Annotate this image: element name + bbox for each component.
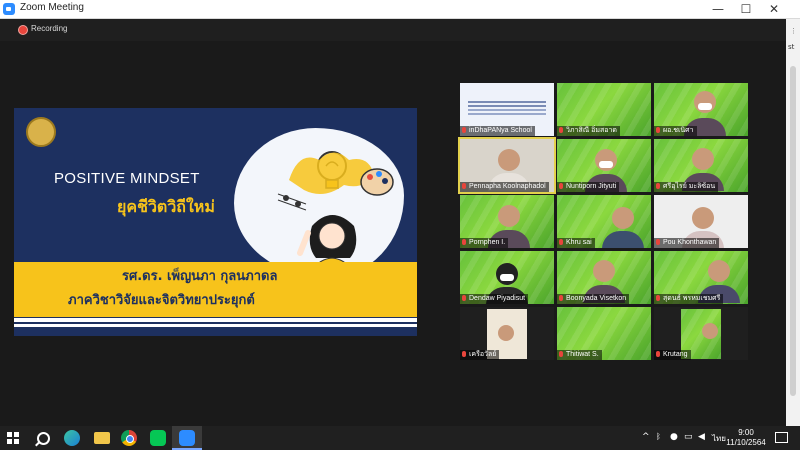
tray-chevron-icon[interactable]: ^ [642,432,650,442]
face-mask [698,103,712,110]
participant-name: Nuntiporn Jityuti [557,182,620,192]
meeting-top-bar [0,19,800,41]
bluetooth-icon[interactable]: ᛒ [656,432,661,441]
muted-mic-icon [559,351,563,357]
muted-mic-icon [462,127,466,133]
participant-video-tile[interactable]: Dendaw Piyadisut [460,251,554,304]
slide-department: ภาควิชาวิจัยและจิตวิทยาประยุกต์ [68,293,255,308]
file-explorer-icon[interactable] [94,432,110,444]
windows-start-icon[interactable] [7,432,19,444]
participant-video-tile[interactable]: วิภาสิณี อิ่มสอาด [557,83,651,136]
muted-mic-icon [559,295,563,301]
participant-face [612,207,634,229]
participant-name: เครือวัลย์ [460,350,500,360]
participant-video-tile[interactable]: Khru sai [557,195,651,248]
muted-mic-icon [656,351,660,357]
muted-mic-icon [656,295,660,301]
more-icon: ⋮ [790,27,797,35]
participant-face [708,260,730,282]
participant-name: inDhaPANya School [460,126,535,136]
participant-video-tile[interactable]: Boonyada Visetkon [557,251,651,304]
slide-author: รศ.ดร. เพ็ญนภา กุลนภาดล [122,269,278,284]
muted-mic-icon [559,183,563,189]
face-mask [500,274,514,281]
participant-face [692,207,714,229]
clock-date: 11/10/2564 [726,438,766,447]
participant-name: Pornphen I. [460,238,509,248]
muted-mic-icon [462,351,466,357]
slide-title: POSITIVE MINDSET [54,170,200,187]
muted-mic-icon [462,295,466,301]
participant-video-tile[interactable]: ผอ.ชเนิศา [654,83,748,136]
participant-video-tile[interactable]: ศรีอุไรย์ มะลิซ้อน [654,139,748,192]
slide-divider [14,318,417,322]
slide-divider [14,324,417,327]
recording-icon [18,25,28,35]
participant-video-tile[interactable]: เครือวัลย์ [460,307,554,360]
participant-face [702,323,718,339]
participant-name: Dendaw Piyadisut [460,294,529,304]
participant-video-tile[interactable]: Pou Khonthawan [654,195,748,248]
participant-video-tile[interactable]: Pornphen I. [460,195,554,248]
participant-face [498,205,520,227]
close-button[interactable]: ✕ [760,0,788,18]
participant-name: Thitiwat S. [557,350,602,360]
participant-name: Krutang [654,350,691,360]
muted-mic-icon [462,183,466,189]
scrollbar[interactable] [790,66,796,396]
chrome-icon[interactable] [121,430,137,446]
participant-video-tile[interactable]: สุดนธ์ พรหมเชมศรี [654,251,748,304]
participant-name: สุดนธ์ พรหมเชมศรี [654,294,724,304]
windows-taskbar [0,426,800,450]
taskbar-clock[interactable]: 9:00 11/10/2564 [726,428,766,448]
microphone-icon[interactable]: ● [670,432,678,442]
participant-face [498,325,514,341]
clock-time: 9:00 [738,428,754,437]
edge-browser-icon[interactable] [64,430,80,446]
participant-name: ศรีอุไรย์ มะลิซ้อน [654,182,719,192]
background-window-text: st [788,43,795,51]
participant-face [692,148,714,170]
maximize-button[interactable]: ☐ [732,0,760,18]
recording-label[interactable]: Recording [31,24,67,33]
participant-video-tile[interactable]: Thitiwat S. [557,307,651,360]
muted-mic-icon [656,183,660,189]
search-icon[interactable] [37,432,50,445]
language-indicator[interactable]: ไทย [712,432,726,445]
participant-name: ผอ.ชเนิศา [654,126,697,136]
participant-face [498,149,520,171]
muted-mic-icon [656,239,660,245]
shared-screen: POSITIVE MINDSET ยุคชีวิตวิถีใหม่ รศ.ดร.… [14,108,417,336]
muted-mic-icon [559,239,563,245]
university-seal-icon [26,117,56,147]
participant-name: Boonyada Visetkon [557,294,630,304]
palette-icon [360,168,394,196]
participant-face [593,260,615,282]
participant-name: Pou Khonthawan [654,238,720,248]
network-icon[interactable]: ▭ [684,432,693,442]
muted-mic-icon [656,127,660,133]
participant-video-tile-active-speaker[interactable]: Pennapha Koolnaphadol [458,137,556,194]
muted-mic-icon [559,127,563,133]
participant-video-tile[interactable]: Nuntiporn Jityuti [557,139,651,192]
face-mask [599,161,613,168]
zoom-app-icon[interactable] [179,430,195,446]
participant-name: วิภาสิณี อิ่มสอาด [557,126,620,136]
participant-name: Khru sai [557,238,595,248]
window-titlebar: Zoom Meeting — ☐ ✕ [0,0,800,19]
minimize-button[interactable]: — [704,0,732,18]
muted-mic-icon [462,239,466,245]
slide-subtitle: ยุคชีวิตวิถีใหม่ [117,197,215,216]
participant-video-tile[interactable]: inDhaPANya School [460,83,554,136]
line-app-icon[interactable] [150,430,166,446]
notification-icon[interactable] [775,432,788,443]
participant-name: Pennapha Koolnaphadol [460,182,549,192]
participant-video-tile[interactable]: Krutang [654,307,748,360]
window-title: Zoom Meeting [20,2,84,13]
volume-icon[interactable]: ◀ [698,432,705,442]
zoom-logo-icon [3,3,15,15]
